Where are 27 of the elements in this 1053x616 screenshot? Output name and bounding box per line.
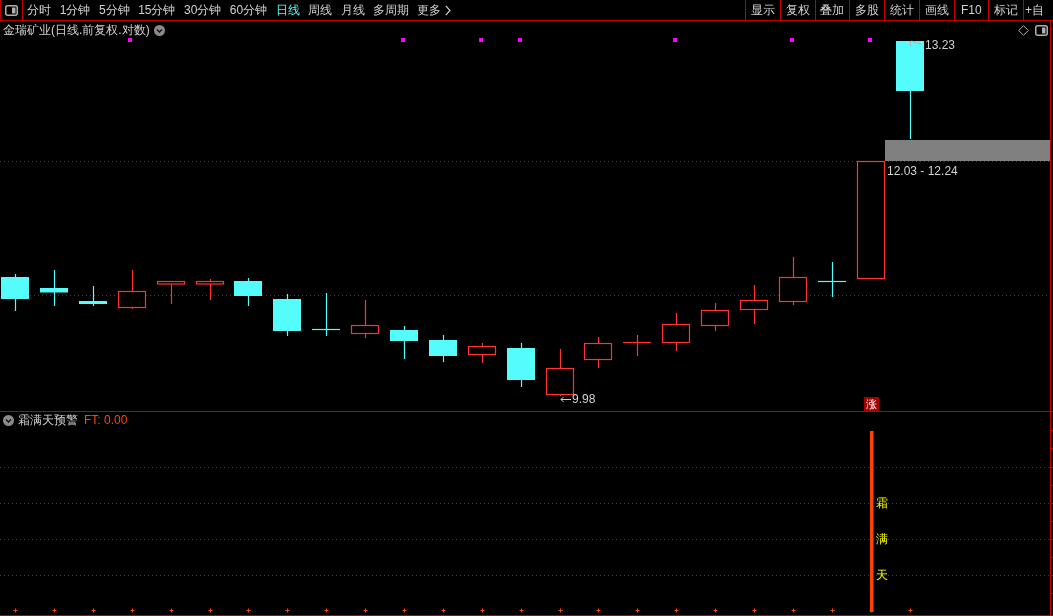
toolbar-button[interactable]: 统计 [884, 0, 919, 20]
period-tab[interactable]: 5分钟 [94, 0, 134, 20]
more-button[interactable]: 更多 [413, 0, 456, 20]
period-tab[interactable]: 分时 [23, 0, 56, 20]
period-tab[interactable]: 月线 [336, 0, 369, 20]
period-tab[interactable]: 多周期 [368, 0, 414, 20]
toolbar-button[interactable]: +自 [1023, 0, 1053, 20]
period-tab[interactable]: 日线 [271, 0, 304, 20]
period-tab[interactable]: 60分钟 [225, 0, 272, 20]
indicator-value: FT: 0.00 [84, 413, 128, 427]
toolbar-button[interactable]: F10 [953, 0, 989, 20]
toolbar-button[interactable]: 叠加 [814, 0, 850, 20]
toolbar-button[interactable]: 复权 [779, 0, 815, 20]
panel-toggle-button[interactable] [0, 0, 23, 20]
sidebar-icon [5, 4, 18, 16]
period-tab[interactable]: 30分钟 [179, 0, 226, 20]
chevron-down-icon[interactable] [3, 414, 14, 426]
chevron-right-icon [445, 4, 452, 16]
toolbar-button[interactable]: 画线 [918, 0, 954, 20]
toolbar-button[interactable]: 显示 [745, 0, 780, 20]
toolbar-button[interactable]: 多股 [849, 0, 884, 20]
indicator-name: 霜满天预警 [18, 411, 78, 429]
toolbar-button[interactable]: 标记 [988, 0, 1023, 20]
signal-label: 霜满天 [876, 495, 888, 584]
period-tab[interactable]: 周线 [303, 0, 337, 20]
period-tab[interactable]: 1分钟 [55, 0, 95, 20]
period-tab[interactable]: 15分钟 [133, 0, 180, 20]
